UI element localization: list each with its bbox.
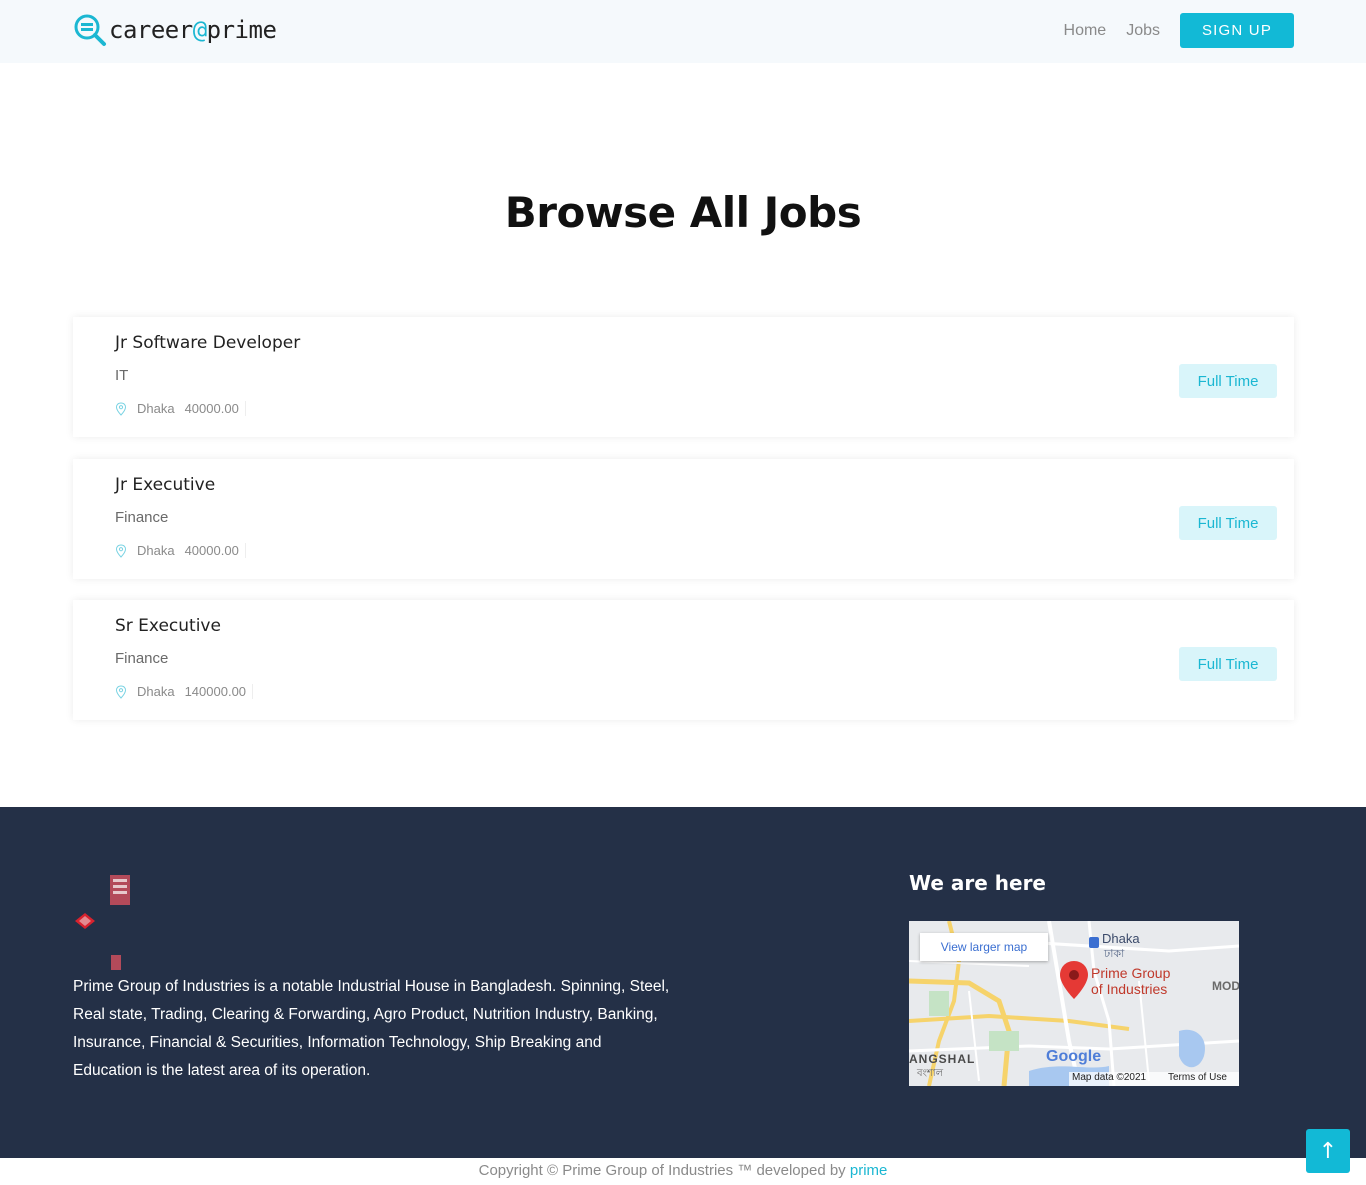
view-larger-map-button[interactable]: View larger map <box>920 933 1048 961</box>
signup-button[interactable]: SIGN UP <box>1180 13 1294 48</box>
company-logo-icon <box>75 875 130 970</box>
job-type-badge[interactable]: Full Time <box>1179 506 1277 540</box>
google-wordmark: Google <box>1046 1048 1102 1065</box>
location-pin-icon <box>115 684 127 699</box>
job-location: Dhaka <box>137 401 175 416</box>
nav-jobs-link[interactable]: Jobs <box>1126 22 1160 40</box>
job-title[interactable]: Sr Executive <box>115 616 221 636</box>
copyright-text: Copyright © Prime Group of Industries ™ … <box>478 1162 850 1179</box>
job-title[interactable]: Jr Executive <box>115 475 215 495</box>
nav-home-link[interactable]: Home <box>1064 22 1107 40</box>
brand-logo-link[interactable]: career@prime <box>73 12 277 48</box>
job-title[interactable]: Jr Software Developer <box>115 333 300 353</box>
job-location: Dhaka <box>137 684 175 699</box>
job-location: Dhaka <box>137 543 175 558</box>
map-place-label-1: Prime Group <box>1091 965 1171 981</box>
job-department: IT <box>115 367 129 384</box>
job-card[interactable]: Jr Executive Finance Dhaka 40000.00 Full… <box>73 459 1294 579</box>
map-district-label-bn: বংশাল <box>917 1068 944 1079</box>
job-salary: 40000.00 <box>185 543 246 558</box>
map-area-label: MOD <box>1212 979 1239 993</box>
arrow-up-icon: ↑ <box>1318 1138 1338 1164</box>
job-department: Finance <box>115 509 169 526</box>
brand-name: career@prime <box>109 16 277 44</box>
map-terms-link[interactable]: Terms of Use <box>1168 1072 1227 1083</box>
location-pin-icon <box>115 401 127 416</box>
job-meta: Dhaka 40000.00 <box>115 401 246 416</box>
job-type-badge[interactable]: Full Time <box>1179 647 1277 681</box>
footer: Prime Group of Industries is a notable I… <box>0 807 1366 1158</box>
job-type-badge[interactable]: Full Time <box>1179 364 1277 398</box>
job-meta: Dhaka 40000.00 <box>115 543 246 558</box>
page-title: Browse All Jobs <box>504 188 862 237</box>
job-meta: Dhaka 140000.00 <box>115 684 254 699</box>
job-card[interactable]: Jr Software Developer IT Dhaka 40000.00 … <box>73 317 1294 437</box>
map-heading: We are here <box>909 871 1046 895</box>
map-city-label-bn: ঢাকা <box>1104 948 1125 960</box>
google-map-embed[interactable]: View larger map Dhaka ঢাকা Prime Group o… <box>909 921 1239 1086</box>
main-nav: Home Jobs SIGN UP <box>1064 13 1294 48</box>
job-salary: 40000.00 <box>185 401 246 416</box>
job-department: Finance <box>115 650 169 667</box>
developer-link[interactable]: prime <box>850 1162 888 1179</box>
map-district-label: ANGSHAL <box>909 1052 976 1066</box>
map-city-label: Dhaka <box>1102 931 1140 946</box>
map-place-label-2: of Industries <box>1091 981 1168 997</box>
map-data-label: Map data ©2021 <box>1072 1072 1147 1083</box>
search-logo-icon <box>74 14 106 46</box>
company-description: Prime Group of Industries is a notable I… <box>73 978 670 1079</box>
job-card[interactable]: Sr Executive Finance Dhaka 140000.00 Ful… <box>73 600 1294 720</box>
scroll-to-top-button[interactable]: ↑ <box>1306 1129 1350 1173</box>
copyright-line: Copyright © Prime Group of Industries ™ … <box>0 1162 1366 1179</box>
location-pin-icon <box>115 543 127 558</box>
top-navbar: career@prime Home Jobs SIGN UP <box>0 0 1366 63</box>
job-salary: 140000.00 <box>185 684 254 699</box>
